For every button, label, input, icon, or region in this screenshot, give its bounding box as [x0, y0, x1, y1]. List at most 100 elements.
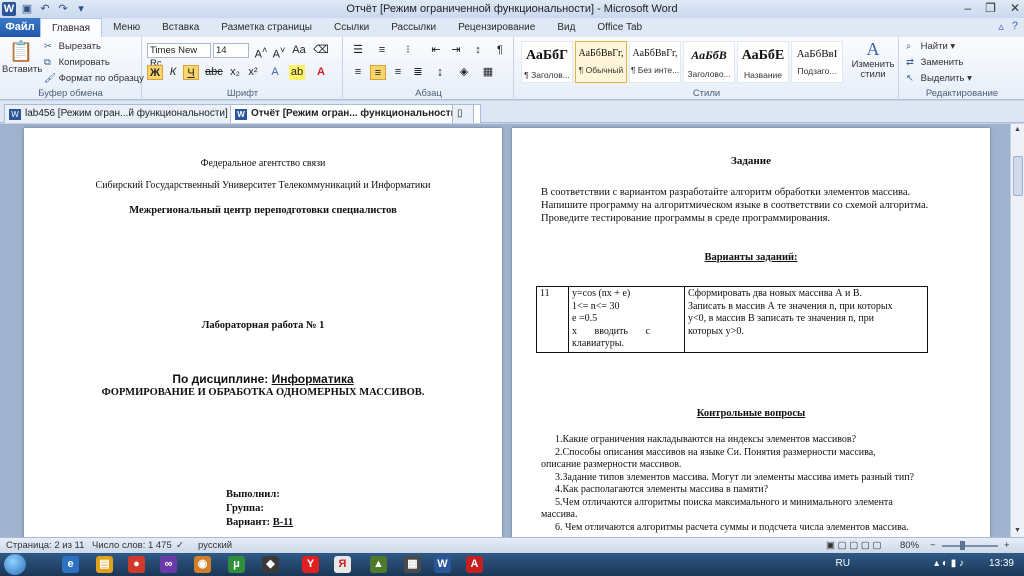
justify-icon[interactable]: ≣ [410, 65, 426, 80]
show-marks-icon[interactable]: ¶ [492, 43, 508, 58]
style-heading2[interactable]: АаБбВ Заголово... [683, 41, 735, 83]
zoom-slider-thumb[interactable] [960, 541, 965, 550]
tab-review[interactable]: Рецензирование [447, 18, 546, 37]
bold-button[interactable]: Ж [147, 65, 163, 80]
tab-references[interactable]: Ссылки [323, 18, 380, 37]
page-count[interactable]: Страница: 2 из 11 [6, 540, 84, 551]
sort-icon[interactable]: ↕ [470, 43, 486, 58]
collapse-ribbon-icon[interactable]: ▵ [998, 20, 1004, 33]
explorer-icon[interactable]: ▤ [96, 556, 113, 573]
page-1[interactable]: Федеральное агентство связи Сибирский Го… [24, 128, 502, 537]
highlight-button[interactable]: ab [289, 65, 305, 80]
scroll-down-icon[interactable]: ▼ [1011, 525, 1024, 537]
clear-format-button[interactable]: ⌫ [313, 43, 329, 58]
superscript-button[interactable]: x² [245, 65, 261, 80]
style-normal[interactable]: АаБбВвГг, ¶ Обычный [575, 41, 627, 83]
formula-line: 1<= n<= 30 [572, 300, 620, 312]
tab-file[interactable]: Файл [0, 18, 40, 37]
close-icon[interactable]: ✕ [1010, 1, 1020, 15]
subscript-button[interactable]: x₂ [227, 65, 243, 80]
help-icon[interactable]: ? [1012, 20, 1018, 33]
tab-menu[interactable]: Меню [102, 18, 151, 37]
doc-tab-lab456[interactable]: Wlab456 [Режим огран...й функциональност… [4, 104, 250, 123]
copy-button[interactable]: ⧉ Копировать [44, 57, 110, 68]
font-name-select[interactable]: Times New Rc [147, 43, 211, 69]
font-size-select[interactable]: 14 [213, 43, 249, 58]
style-no-spacing[interactable]: АаБбВвГг, ¶ Без инте... [629, 41, 681, 83]
app-icon[interactable]: ▲ [370, 556, 387, 573]
bullets-icon[interactable]: ☰ [350, 43, 366, 58]
ie-icon[interactable]: e [62, 556, 79, 573]
doc-tab-report[interactable]: W Отчёт [Режим огран... функциональности]… [230, 104, 482, 123]
acrobat-icon[interactable]: A [466, 556, 483, 573]
word-taskbar-icon[interactable]: W [434, 556, 451, 573]
tab-home[interactable]: Главная [40, 18, 103, 37]
shrink-font-button[interactable]: A˅ [271, 43, 287, 61]
zoom-level[interactable]: 80% [900, 540, 919, 551]
tab-page-layout[interactable]: Разметка страницы [210, 18, 323, 37]
strikethrough-button[interactable]: abc [205, 65, 223, 80]
multilevel-list-icon[interactable]: ⁝ [400, 43, 416, 58]
media-icon[interactable]: ◆ [262, 556, 279, 573]
view-buttons[interactable]: ▣ ▢ ▢ ▢ ▢ [826, 540, 881, 551]
find-button[interactable]: ⌕ Найти ▾ [906, 41, 955, 52]
tab-office-tab[interactable]: Office Tab [586, 18, 653, 37]
zoom-out-icon[interactable]: − [930, 540, 936, 551]
underline-button[interactable]: Ч [183, 65, 199, 80]
visual-studio-icon[interactable]: ∞ [160, 556, 177, 573]
numbering-icon[interactable]: ≡ [374, 43, 390, 58]
find-label: Найти [920, 41, 948, 52]
paragraph-group: ☰ ≡ ⁝ ⇤ ⇥ ↕ ¶ ≡ ≡ ≡ ≣ ↨ ◈ ▦ Абзац [344, 37, 514, 100]
clock[interactable]: 13:39 [989, 558, 1014, 569]
app-icon[interactable]: ▦ [404, 556, 421, 573]
yandex-icon[interactable]: Y [302, 556, 319, 573]
align-left-icon[interactable]: ≡ [350, 65, 366, 80]
change-case-button[interactable]: Aa [291, 43, 307, 58]
tab-mailings[interactable]: Рассылки [380, 18, 447, 37]
utorrent-icon[interactable]: μ [228, 556, 245, 573]
zoom-in-icon[interactable]: + [1004, 540, 1010, 551]
new-document-icon: ▯ [457, 108, 463, 119]
yandex-browser-icon[interactable]: Я [334, 556, 351, 573]
shading-icon[interactable]: ◈ [456, 65, 472, 80]
italic-button[interactable]: К [165, 65, 181, 80]
maximize-icon[interactable]: ❐ [985, 1, 996, 15]
select-button[interactable]: ↖ Выделить ▾ [906, 73, 972, 84]
grow-font-button[interactable]: A˄ [253, 43, 269, 61]
line-spacing-icon[interactable]: ↨ [432, 65, 448, 80]
zoom-slider[interactable] [942, 545, 998, 547]
document-workspace[interactable]: Федеральное агентство связи Сибирский Го… [0, 124, 1010, 537]
decrease-indent-icon[interactable]: ⇤ [428, 43, 444, 58]
borders-icon[interactable]: ▦ [480, 65, 496, 80]
page-2[interactable]: Задание В соответствии с вариантом разра… [512, 128, 990, 537]
chrome-icon[interactable]: ● [128, 556, 145, 573]
minimize-icon[interactable]: – [964, 1, 971, 15]
align-center-icon[interactable]: ≡ [370, 65, 386, 80]
font-color-button[interactable]: A [313, 65, 329, 80]
replace-button[interactable]: ⇄ Заменить [906, 57, 963, 68]
new-tab-button[interactable]: ▯ [452, 104, 474, 123]
tab-view[interactable]: Вид [546, 18, 586, 37]
language-indicator[interactable]: RU [836, 558, 850, 569]
tab-insert[interactable]: Вставка [151, 18, 210, 37]
text-effects-button[interactable]: A [267, 65, 283, 80]
style-name: Название [744, 70, 782, 80]
vertical-scrollbar[interactable]: ▲ ▼ [1010, 124, 1024, 537]
increase-indent-icon[interactable]: ⇥ [448, 43, 464, 58]
style-subtitle[interactable]: АаБбВвІ Подзаго... [791, 41, 843, 83]
format-painter-button[interactable]: 🖌 Формат по образцу [44, 73, 144, 84]
tray-icons[interactable]: ▴ ◐ ▮ ♪ [934, 558, 964, 569]
language[interactable]: русский [198, 540, 232, 551]
start-button[interactable] [4, 554, 26, 575]
proofing-icon[interactable]: ✓ [176, 540, 184, 551]
scroll-up-icon[interactable]: ▲ [1011, 124, 1024, 136]
scrollbar-thumb[interactable] [1013, 156, 1023, 196]
style-heading1[interactable]: АаБбГ ¶ Заголов... [521, 41, 573, 83]
align-right-icon[interactable]: ≡ [390, 65, 406, 80]
style-title[interactable]: АаБбЕ Название [737, 41, 789, 83]
cut-button[interactable]: ✂ Вырезать [44, 41, 101, 52]
firefox-icon[interactable]: ◉ [194, 556, 211, 573]
word-count[interactable]: Число слов: 1 475 [92, 540, 172, 551]
paste-button[interactable]: 📋 Вставить [2, 39, 42, 75]
change-styles-button[interactable]: A Изменить стили [849, 39, 897, 80]
